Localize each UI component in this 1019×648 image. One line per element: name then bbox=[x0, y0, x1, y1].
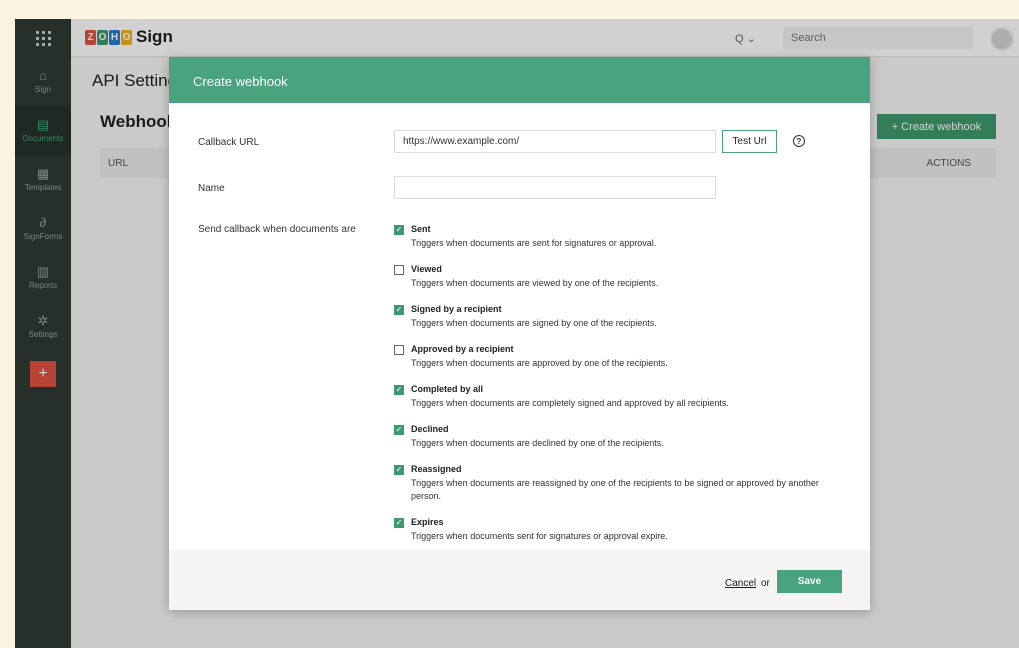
event-description: Triggers when documents sent for signatu… bbox=[411, 531, 668, 541]
checkbox[interactable]: ✓ bbox=[394, 518, 404, 528]
event-item-viewed: Viewed Triggers when documents are viewed… bbox=[394, 264, 834, 290]
event-item-approved: Approved by a recipient Triggers when doc… bbox=[394, 344, 834, 370]
event-description: Triggers when documents are completely s… bbox=[411, 398, 729, 408]
event-description: Triggers when documents are reassigned b… bbox=[411, 478, 819, 501]
dialog-title: Create webhook bbox=[169, 57, 870, 103]
dialog-footer: Cancel or Save bbox=[169, 550, 870, 610]
event-title: Approved by a recipient bbox=[411, 344, 514, 354]
event-description: Triggers when documents are viewed by on… bbox=[411, 278, 659, 288]
callback-url-input[interactable] bbox=[394, 130, 716, 153]
or-text: or bbox=[761, 578, 770, 589]
checkbox[interactable]: ✓ bbox=[394, 465, 404, 475]
event-title: Completed by all bbox=[411, 384, 484, 394]
event-list: ✓ Sent Triggers when documents are sent f… bbox=[394, 224, 834, 557]
checkbox[interactable]: ✓ bbox=[394, 385, 404, 395]
name-label: Name bbox=[198, 183, 225, 194]
event-description: Triggers when documents are approved by … bbox=[411, 358, 668, 368]
checkbox[interactable]: ✓ bbox=[394, 425, 404, 435]
checkbox[interactable]: ✓ bbox=[394, 305, 404, 315]
save-button[interactable]: Save bbox=[777, 570, 842, 593]
event-item-declined: ✓ Declined Triggers when documents are de… bbox=[394, 424, 834, 450]
send-callback-label: Send callback when documents are bbox=[198, 224, 356, 235]
event-title: Expires bbox=[411, 517, 444, 527]
event-description: Triggers when documents are declined by … bbox=[411, 438, 664, 448]
test-url-button[interactable]: Test Url bbox=[722, 130, 777, 153]
event-item-expires: ✓ Expires Triggers when documents sent fo… bbox=[394, 517, 834, 543]
event-title: Sent bbox=[411, 224, 431, 234]
event-item-signed: ✓ Signed by a recipient Triggers when doc… bbox=[394, 304, 834, 330]
callback-url-label: Callback URL bbox=[198, 137, 260, 148]
create-webhook-dialog: Create webhook Callback URL Test Url ? N… bbox=[169, 57, 870, 610]
checkbox[interactable] bbox=[394, 265, 404, 275]
event-title: Declined bbox=[411, 424, 449, 434]
event-item-reassigned: ✓ Reassigned Triggers when documents are … bbox=[394, 464, 834, 503]
event-description: Triggers when documents are signed by on… bbox=[411, 318, 657, 328]
name-input[interactable] bbox=[394, 176, 716, 199]
cancel-link[interactable]: Cancel bbox=[725, 578, 756, 589]
checkbox[interactable] bbox=[394, 345, 404, 355]
help-icon[interactable]: ? bbox=[793, 135, 805, 147]
event-title: Reassigned bbox=[411, 464, 462, 474]
checkbox[interactable]: ✓ bbox=[394, 225, 404, 235]
event-title: Viewed bbox=[411, 264, 442, 274]
event-description: Triggers when documents are sent for sig… bbox=[411, 238, 657, 248]
event-item-sent: ✓ Sent Triggers when documents are sent f… bbox=[394, 224, 834, 250]
app-window: Z O H O Sign Q ⌄ ⌂ Sign ▤ Documents ▦ Te… bbox=[15, 19, 1019, 648]
event-title: Signed by a recipient bbox=[411, 304, 502, 314]
event-item-completed: ✓ Completed by all Triggers when document… bbox=[394, 384, 834, 410]
